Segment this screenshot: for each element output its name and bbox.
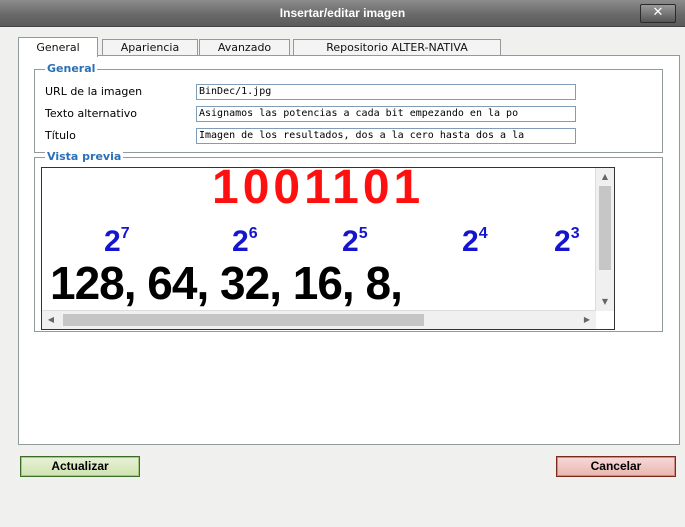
dialog-body: General Apariencia Avanzado Repositorio … bbox=[18, 37, 680, 445]
power-values: 128, 64, 32, 16, 8, bbox=[50, 257, 403, 309]
url-input[interactable]: BinDec/1.jpg bbox=[196, 84, 576, 100]
alt-text-label: Texto alternativo bbox=[45, 107, 138, 120]
update-button[interactable]: Actualizar bbox=[20, 456, 140, 477]
horizontal-scrollbar[interactable]: ◀ ▶ bbox=[42, 310, 596, 329]
tab-avanzado[interactable]: Avanzado bbox=[199, 39, 290, 56]
general-legend: General bbox=[45, 62, 98, 75]
scroll-down-icon[interactable]: ▼ bbox=[596, 293, 614, 311]
title-bar: Insertar/editar imagen ✕ bbox=[0, 0, 685, 27]
general-fieldset: General URL de la imagen BinDec/1.jpg Te… bbox=[34, 62, 663, 153]
title-label: Título bbox=[45, 129, 76, 142]
title-input[interactable]: Imagen de los resultados, dos a la cero … bbox=[196, 128, 576, 144]
tab-apariencia[interactable]: Apariencia bbox=[102, 39, 198, 56]
scroll-right-icon[interactable]: ▶ bbox=[578, 311, 596, 329]
preview-image: 1001101 27 26 25 24 23 128, 64, 32, 16, … bbox=[42, 168, 594, 309]
power-2-3: 23 bbox=[554, 225, 580, 258]
close-button[interactable]: ✕ bbox=[640, 4, 676, 23]
scroll-up-icon[interactable]: ▲ bbox=[596, 168, 614, 186]
scroll-left-icon[interactable]: ◀ bbox=[42, 311, 60, 329]
power-2-5: 25 bbox=[342, 225, 368, 258]
url-label: URL de la imagen bbox=[45, 85, 143, 98]
preview-frame[interactable]: 1001101 27 26 25 24 23 128, 64, 32, 16, … bbox=[41, 167, 615, 330]
tab-panel: General URL de la imagen BinDec/1.jpg Te… bbox=[18, 55, 680, 445]
tab-repositorio[interactable]: Repositorio ALTER-NATIVA bbox=[293, 39, 501, 56]
power-2-7: 27 bbox=[104, 225, 130, 258]
binary-number: 1001101 bbox=[212, 168, 425, 214]
alt-text-input[interactable]: Asignamos las potencias a cada bit empez… bbox=[196, 106, 576, 122]
power-2-6: 26 bbox=[232, 225, 258, 258]
horizontal-scroll-thumb[interactable] bbox=[63, 314, 424, 326]
vertical-scrollbar[interactable]: ▲ ▼ bbox=[595, 168, 614, 311]
power-2-4: 24 bbox=[462, 225, 488, 258]
preview-fieldset: Vista previa 1001101 27 26 25 24 23 128,… bbox=[34, 150, 663, 332]
dialog-title: Insertar/editar imagen bbox=[279, 6, 406, 20]
cancel-button[interactable]: Cancelar bbox=[556, 456, 676, 477]
vertical-scroll-thumb[interactable] bbox=[599, 186, 611, 270]
tab-general[interactable]: General bbox=[18, 37, 98, 57]
preview-legend: Vista previa bbox=[45, 150, 124, 163]
close-icon: ✕ bbox=[652, 5, 664, 20]
